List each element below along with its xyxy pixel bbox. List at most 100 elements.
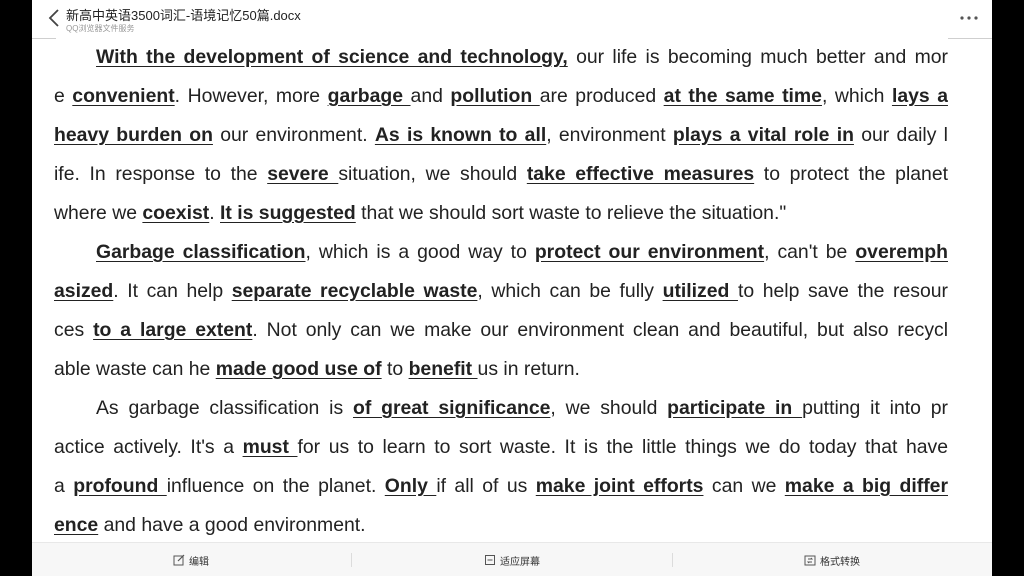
keyword-phrase: made good use of [215,358,382,380]
text-segment: . [209,202,220,224]
text-line: a profound influence on the planet. Only… [54,467,948,506]
keyword-phrase: garbage [327,85,411,107]
divider [32,38,56,39]
text-segment: can we [703,475,785,497]
text-line: actice actively. It's a must for us to l… [54,428,948,467]
bottom-toolbar: 编辑 适应屏幕 格式转换 [32,542,992,576]
keyword-phrase: utilized [662,280,738,302]
document-body: With the development of science and tech… [54,38,948,545]
keyword-phrase: It is suggested [220,202,356,224]
keyword-phrase: make a big differ [784,475,948,497]
more-horizontal-icon [960,16,978,20]
edit-icon [173,554,185,566]
text-segment: e [54,85,73,107]
edit-button[interactable]: 编辑 [173,543,209,576]
text-segment: As garbage classification is [96,397,353,419]
keyword-phrase: Garbage classification [96,241,306,263]
text-line: ife. In response to the severe situation… [54,155,948,194]
text-segment: . It can help [113,280,232,302]
keyword-phrase: overemph [855,241,948,263]
text-segment: and have a good environment. [98,514,366,536]
text-segment: influence on the planet. [166,475,385,497]
keyword-phrase: severe [267,163,339,185]
keyword-phrase: make joint efforts [535,475,704,497]
text-segment: our life is becoming much better and mor [567,46,948,68]
text-segment: ife. In response to the [54,163,268,185]
paragraph: With the development of science and tech… [54,38,948,233]
text-line: As garbage classification is of great si… [54,389,948,428]
text-segment: , which [821,85,892,107]
text-line: ces to a large extent. Not only can we m… [54,311,948,350]
fit-screen-label: 适应屏幕 [500,556,540,568]
paragraph: As garbage classification is of great si… [54,389,948,545]
divider [948,38,992,39]
back-button[interactable] [44,7,66,29]
text-line: heavy burden on our environment. As is k… [54,116,948,155]
keyword-phrase: separate recyclable waste [231,280,478,302]
text-segment: situation, we should [338,163,527,185]
text-segment: putting it into pr [802,397,948,419]
toolbar-separator [672,553,673,567]
text-line: ence and have a good environment. [54,506,948,545]
text-segment: us in return. [477,358,580,380]
format-convert-icon [804,555,816,566]
keyword-phrase: Only [384,475,437,497]
text-segment: , which can be fully [477,280,663,302]
keyword-phrase: convenient [72,85,175,107]
text-line: With the development of science and tech… [54,38,948,77]
keyword-phrase: profound [73,475,167,497]
keyword-phrase: ence [54,514,99,536]
text-segment: ces [54,319,94,341]
text-segment: . Not only can we make our environment c… [252,319,948,341]
text-segment: a [54,475,74,497]
keyword-phrase: asized [54,280,114,302]
text-segment: , which is a good way to [305,241,535,263]
keyword-phrase: coexist [142,202,210,224]
text-line: Garbage classification, which is a good … [54,233,948,272]
text-segment: where we [54,202,143,224]
keyword-phrase: As is known to all [374,124,547,146]
keyword-phrase: protect our environment [534,241,765,263]
document-title: 新高中英语3500词汇-语境记忆50篇.docx [66,8,301,23]
text-segment: for us to learn to sort waste. It is the… [297,436,949,458]
fit-screen-icon [485,555,495,565]
keyword-phrase: must [242,436,298,458]
document-source: QQ浏览器文件服务 [66,24,135,33]
text-segment: that we should sort waste to relieve the… [355,202,787,224]
text-segment: , can't be [764,241,856,263]
text-segment: our environment. [212,124,375,146]
text-segment: able waste can he [54,358,216,380]
document-viewer-screen: 新高中英语3500词汇-语境记忆50篇.docx QQ浏览器文件服务 With … [32,0,992,576]
text-segment: are produced [539,85,664,107]
keyword-phrase: participate in [667,397,803,419]
text-segment: , we should [550,397,668,419]
text-line: asized. It can help separate recyclable … [54,272,948,311]
text-segment: if all of us [436,475,536,497]
title-bar: 新高中英语3500词汇-语境记忆50篇.docx QQ浏览器文件服务 [32,0,992,40]
keyword-phrase: heavy burden on [54,124,213,146]
keyword-phrase: benefit [408,358,478,380]
keyword-phrase: of great significance [352,397,551,419]
text-segment: . However, more [174,85,328,107]
text-line: able waste can he made good use of to be… [54,350,948,389]
keyword-phrase: pollution [450,85,540,107]
chevron-left-icon [48,9,59,27]
fit-screen-button[interactable]: 适应屏幕 [484,543,540,576]
text-segment: , environment [546,124,673,146]
text-segment: and [410,85,451,107]
text-segment: to [381,358,409,380]
keyword-phrase: plays a vital role in [672,124,854,146]
edit-label: 编辑 [189,556,209,568]
more-button[interactable] [956,8,982,28]
keyword-phrase: take effective measures [526,163,755,185]
keyword-phrase: at the same time [663,85,822,107]
keyword-phrase: lays a [891,85,948,107]
format-convert-button[interactable]: 格式转换 [804,543,860,576]
text-line: where we coexist. It is suggested that w… [54,194,948,233]
text-segment: to protect the planet [754,163,948,185]
text-line: e convenient. However, more garbage and … [54,77,948,116]
text-segment: to help save the resour [737,280,948,302]
keyword-phrase: With the development of science and tech… [96,46,568,68]
text-segment: our daily l [853,124,948,146]
format-convert-label: 格式转换 [820,556,860,568]
